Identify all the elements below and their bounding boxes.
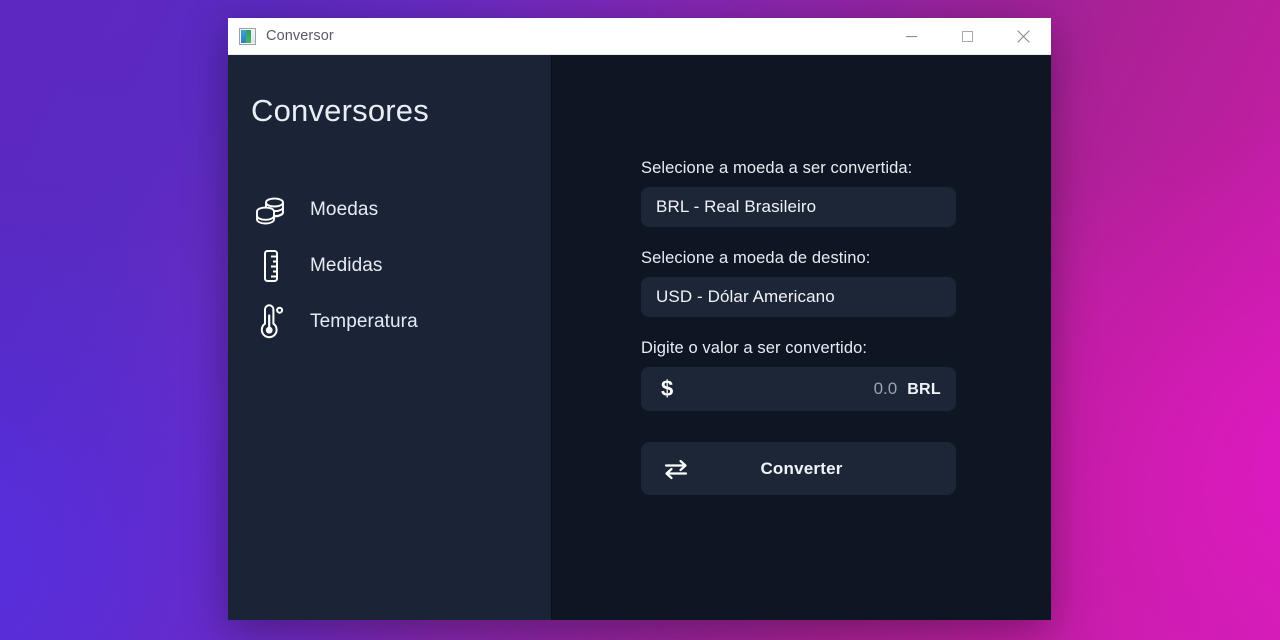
target-currency-value: USD - Dólar Americano bbox=[656, 287, 835, 306]
maximize-button[interactable] bbox=[939, 18, 995, 55]
amount-currency-suffix: BRL bbox=[907, 381, 941, 398]
target-currency-label: Selecione a moeda de destino: bbox=[641, 249, 871, 267]
amount-label: Digite o valor a ser convertido: bbox=[641, 339, 868, 357]
sidebar: Conversores Moedas Medidas Temperatura bbox=[228, 55, 552, 620]
sidebar-title: Conversores bbox=[251, 93, 429, 128]
app-window: Conversor Conversores Moedas Medidas Tem… bbox=[228, 18, 1051, 620]
conversion-form: Selecione a moeda a ser convertida: BRL … bbox=[552, 159, 1051, 495]
main-panel: Selecione a moeda a ser convertida: BRL … bbox=[552, 55, 1051, 620]
amount-input[interactable]: $ 0.0 BRL bbox=[641, 367, 956, 411]
image-app-icon bbox=[239, 27, 256, 45]
sidebar-item-label: Moedas bbox=[310, 199, 379, 220]
source-currency-label: Selecione a moeda a ser convertida: bbox=[641, 159, 913, 177]
window-titlebar[interactable]: Conversor bbox=[228, 18, 1051, 55]
sidebar-item-moedas[interactable]: Moedas bbox=[228, 182, 551, 238]
amount-left-group: $ bbox=[656, 378, 673, 400]
window-controls bbox=[883, 18, 1051, 55]
dollar-sign-icon: $ bbox=[661, 376, 674, 401]
sidebar-item-label: Temperatura bbox=[310, 311, 418, 332]
ruler-icon bbox=[250, 245, 292, 287]
convert-button-label: Converter bbox=[760, 458, 843, 478]
convert-button[interactable]: Converter bbox=[641, 442, 956, 495]
target-currency-select[interactable]: USD - Dólar Americano bbox=[641, 277, 956, 317]
titlebar-left-group: Conversor bbox=[228, 27, 883, 45]
window-title: Conversor bbox=[266, 28, 334, 44]
source-currency-select[interactable]: BRL - Real Brasileiro bbox=[641, 187, 956, 227]
maximize-icon bbox=[961, 30, 973, 42]
amount-right-group: 0.0 BRL bbox=[874, 379, 941, 399]
window-body: Conversores Moedas Medidas Temperatura S… bbox=[228, 55, 1051, 620]
close-icon bbox=[1016, 29, 1030, 43]
sidebar-item-temperatura[interactable]: Temperatura bbox=[228, 294, 551, 350]
coins-icon bbox=[250, 189, 292, 231]
close-button[interactable] bbox=[995, 18, 1051, 55]
sidebar-item-label: Medidas bbox=[310, 255, 383, 276]
minimize-icon bbox=[905, 35, 917, 37]
minimize-button[interactable] bbox=[883, 18, 939, 55]
swap-arrows-icon bbox=[663, 456, 689, 482]
amount-value: 0.0 bbox=[873, 379, 898, 398]
thermometer-icon bbox=[250, 301, 292, 343]
sidebar-item-medidas[interactable]: Medidas bbox=[228, 238, 551, 294]
source-currency-value: BRL - Real Brasileiro bbox=[656, 197, 817, 216]
